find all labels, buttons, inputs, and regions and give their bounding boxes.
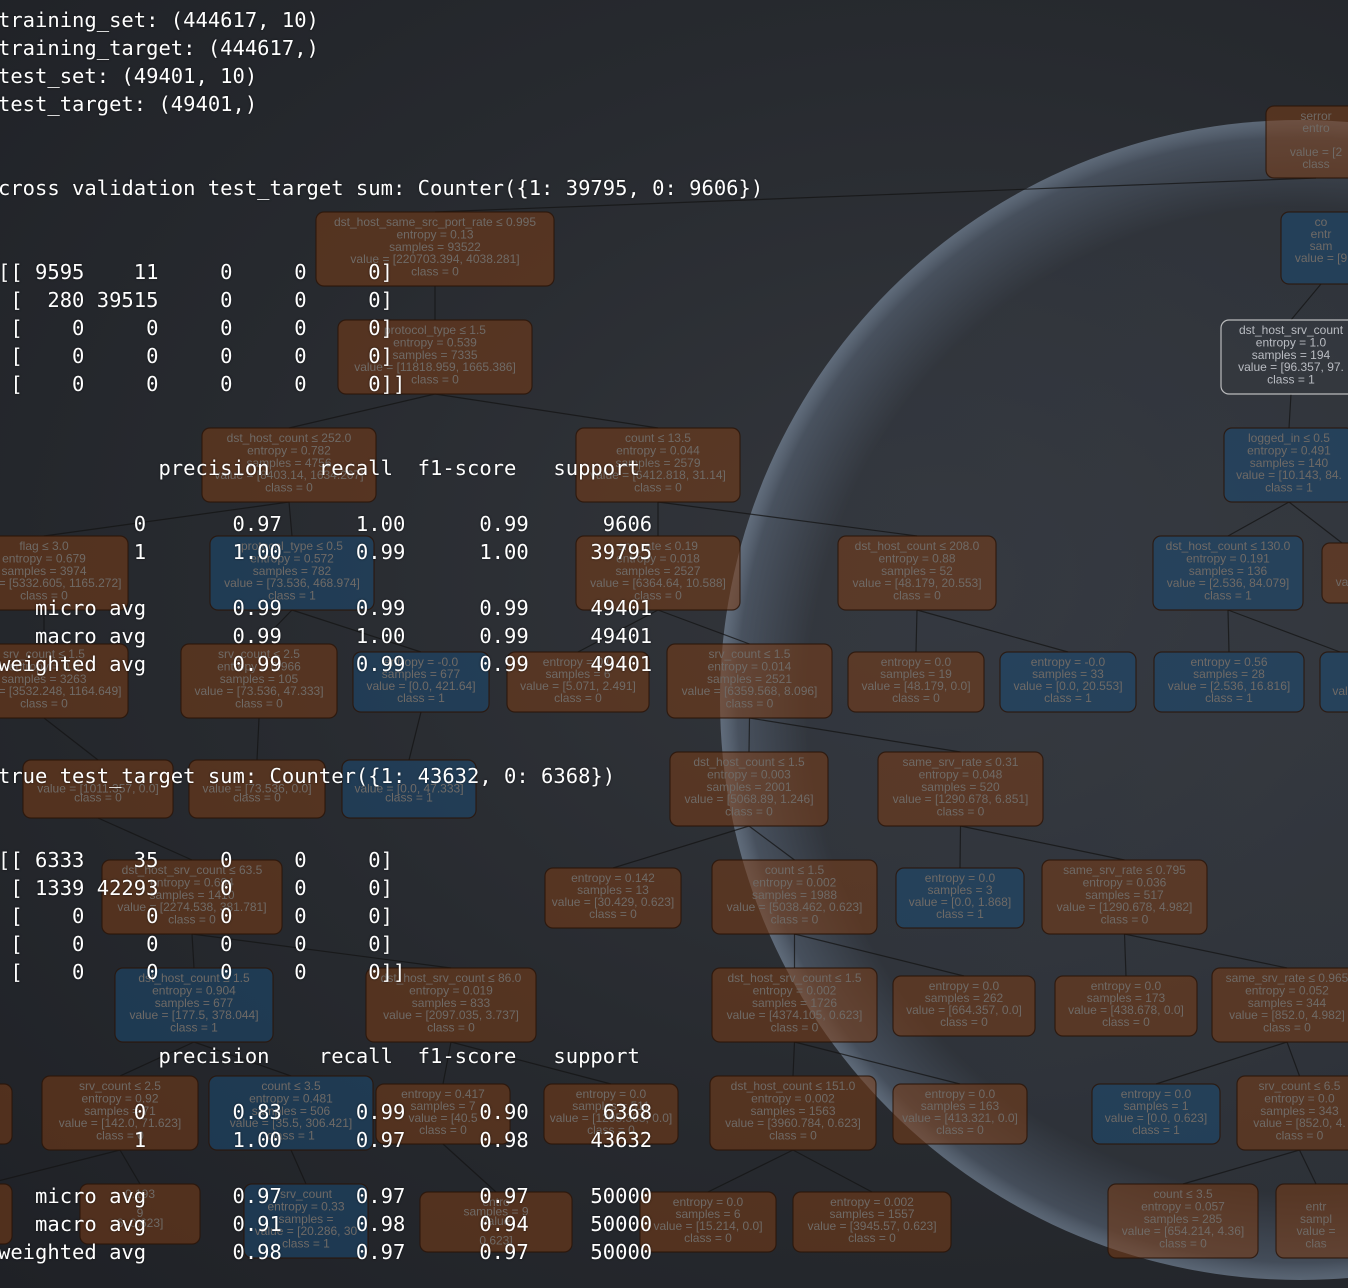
terminal-line: precision recall f1-score support bbox=[0, 456, 640, 480]
terminal-line: true test_target sum: Counter({1: 43632,… bbox=[0, 764, 616, 788]
terminal-line: weighted avg 0.98 0.97 0.97 50000 bbox=[0, 1240, 653, 1264]
terminal-line: [ 0 0 0 0 0] bbox=[0, 904, 393, 928]
terminal-line: training_set: (444617, 10) bbox=[0, 8, 319, 32]
terminal-line: [ 0 0 0 0 0]] bbox=[0, 372, 406, 396]
terminal-line: [[ 9595 11 0 0 0] bbox=[0, 260, 393, 284]
terminal-line: 0 0.83 0.99 0.90 6368 bbox=[0, 1100, 653, 1124]
terminal-line: 0 0.97 1.00 0.99 9606 bbox=[0, 512, 653, 536]
terminal-line: [ 0 0 0 0 0] bbox=[0, 316, 393, 340]
terminal-line: test_target: (49401,) bbox=[0, 92, 258, 116]
terminal-line: weighted avg 0.99 0.99 0.99 49401 bbox=[0, 652, 653, 676]
terminal-line: training_target: (444617,) bbox=[0, 36, 319, 60]
terminal-line: macro avg 0.91 0.98 0.94 50000 bbox=[0, 1212, 653, 1236]
terminal-line: test_set: (49401, 10) bbox=[0, 64, 258, 88]
terminal-line: precision recall f1-score support bbox=[0, 1044, 640, 1068]
terminal-line: [ 280 39515 0 0 0] bbox=[0, 288, 393, 312]
terminal-line: 1 1.00 0.97 0.98 43632 bbox=[0, 1128, 653, 1152]
terminal-line: [ 0 0 0 0 0] bbox=[0, 932, 393, 956]
terminal-output: training_set: (444617, 10) training_targe… bbox=[0, 0, 1348, 1288]
terminal-line: micro avg 0.99 0.99 0.99 49401 bbox=[0, 596, 653, 620]
terminal-line: [[ 6333 35 0 0 0] bbox=[0, 848, 393, 872]
terminal-line: [ 1339 42293 0 0 0] bbox=[0, 876, 393, 900]
terminal-line: macro avg 0.99 1.00 0.99 49401 bbox=[0, 624, 653, 648]
terminal-line: [ 0 0 0 0 0]] bbox=[0, 960, 406, 984]
terminal-line: micro avg 0.97 0.97 0.97 50000 bbox=[0, 1184, 653, 1208]
terminal-line: cross validation test_target sum: Counte… bbox=[0, 176, 764, 200]
terminal-line: [ 0 0 0 0 0] bbox=[0, 344, 393, 368]
terminal-line: 1 1.00 0.99 1.00 39795 bbox=[0, 540, 653, 564]
